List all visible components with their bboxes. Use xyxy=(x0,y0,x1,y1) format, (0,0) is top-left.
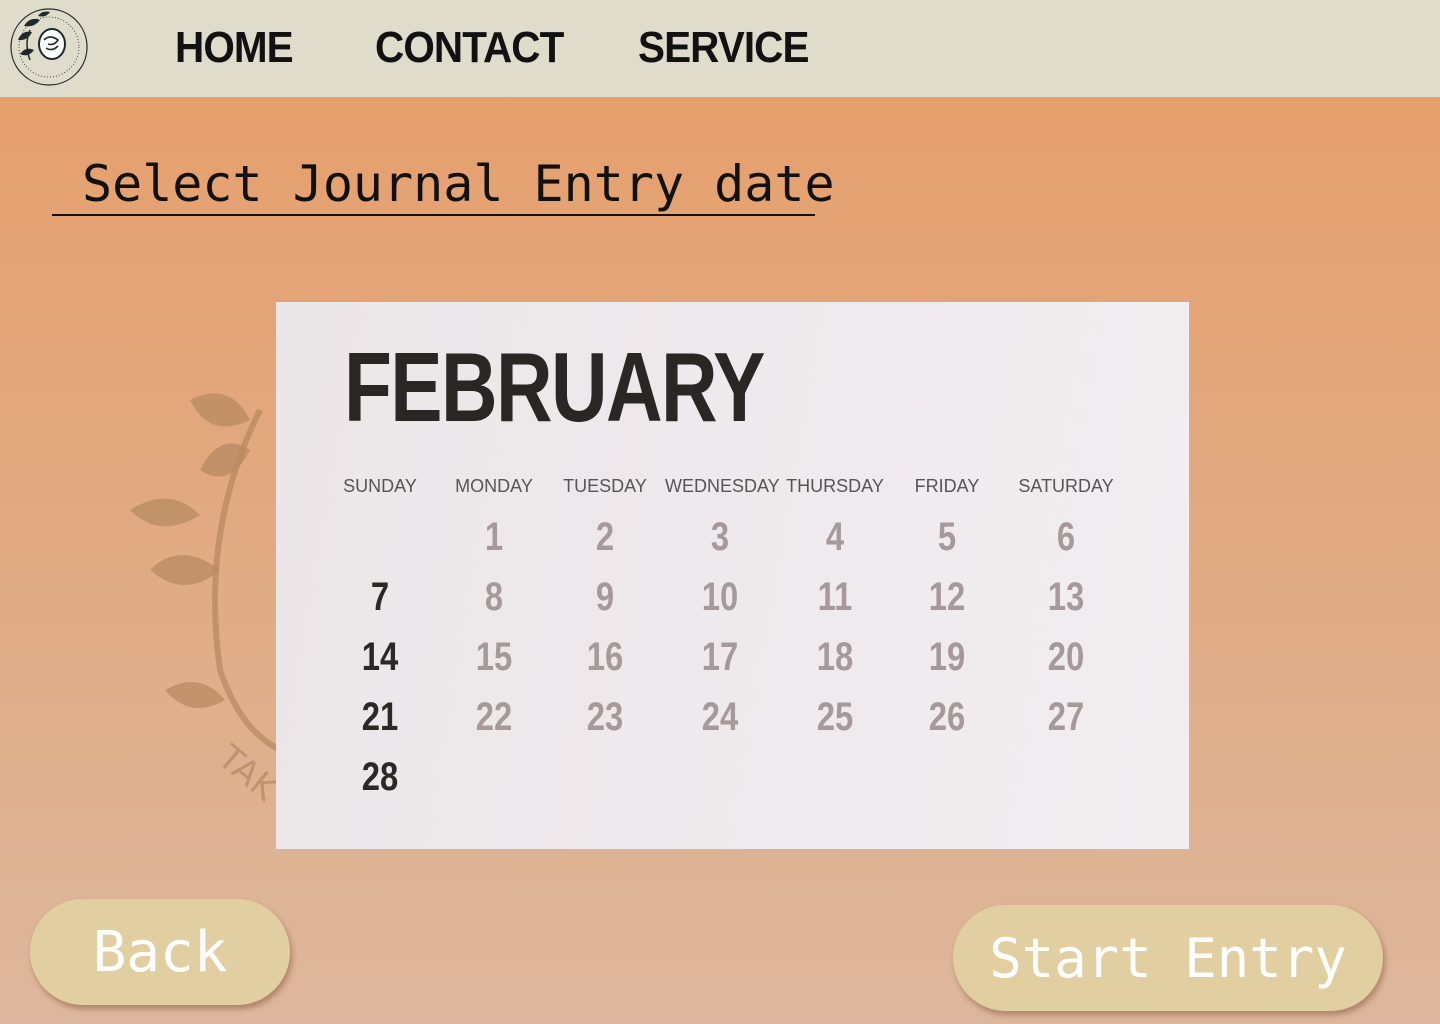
calendar-day[interactable]: 7 xyxy=(335,572,425,622)
calendar-day[interactable]: 22 xyxy=(449,692,539,742)
february-calendar: FEBRUARY SUNDAY MONDAY TUESDAY WEDNESDAY THU… xyxy=(276,302,1189,849)
weekday-header: FRIDAY xyxy=(914,476,980,496)
calendar-day[interactable]: 11 xyxy=(790,572,880,622)
calendar-day[interactable]: 12 xyxy=(902,572,992,622)
calendar-day[interactable]: 23 xyxy=(560,692,650,742)
calendar-day[interactable]: 14 xyxy=(335,632,425,682)
calendar-day[interactable]: 3 xyxy=(675,512,765,562)
weekday-header: MONDAY xyxy=(455,476,533,496)
calendar-day[interactable]: 28 xyxy=(335,752,425,802)
calendar-day[interactable]: 25 xyxy=(790,692,880,742)
calendar-day[interactable]: 4 xyxy=(790,512,880,562)
weekday-header: WEDNESDAY xyxy=(665,476,780,496)
calendar-day[interactable]: 1 xyxy=(449,512,539,562)
weekday-header: SATURDAY xyxy=(1018,476,1114,496)
calendar-day[interactable]: 26 xyxy=(902,692,992,742)
calendar-day[interactable]: 5 xyxy=(902,512,992,562)
top-nav-bar: HOME CONTACT SERVICE xyxy=(0,0,1440,97)
page-title: Select Journal Entry date xyxy=(52,154,835,216)
weekday-header: THURSDAY xyxy=(786,476,884,496)
weekday-header: TUESDAY xyxy=(563,476,647,496)
calendar-day[interactable]: 8 xyxy=(449,572,539,622)
nav-service-link[interactable]: SERVICE xyxy=(638,20,809,76)
calendar-day[interactable]: 16 xyxy=(560,632,650,682)
weekday-header: SUNDAY xyxy=(343,476,417,496)
back-button[interactable]: Back xyxy=(30,899,290,1005)
calendar-day[interactable]: 20 xyxy=(1021,632,1111,682)
calendar-day[interactable]: 13 xyxy=(1021,572,1111,622)
month-title: FEBRUARY xyxy=(344,332,765,442)
calendar-day[interactable]: 18 xyxy=(790,632,880,682)
calendar-day[interactable]: 6 xyxy=(1021,512,1111,562)
calendar-day[interactable]: 27 xyxy=(1021,692,1111,742)
calendar-day[interactable]: 2 xyxy=(560,512,650,562)
calendar-day[interactable]: 21 xyxy=(335,692,425,742)
calendar-day[interactable]: 19 xyxy=(902,632,992,682)
calendar-day[interactable]: 9 xyxy=(560,572,650,622)
nav-home-link[interactable]: HOME xyxy=(175,20,294,76)
start-entry-button[interactable]: Start Entry xyxy=(953,905,1383,1011)
calendar-day[interactable]: 17 xyxy=(675,632,765,682)
calendar-day[interactable]: 24 xyxy=(675,692,765,742)
nav-contact-link[interactable]: CONTACT xyxy=(375,20,564,76)
calendar-day[interactable]: 10 xyxy=(675,572,765,622)
calendar-day[interactable]: 15 xyxy=(449,632,539,682)
leaf-wreath-logo-icon[interactable] xyxy=(8,6,90,88)
